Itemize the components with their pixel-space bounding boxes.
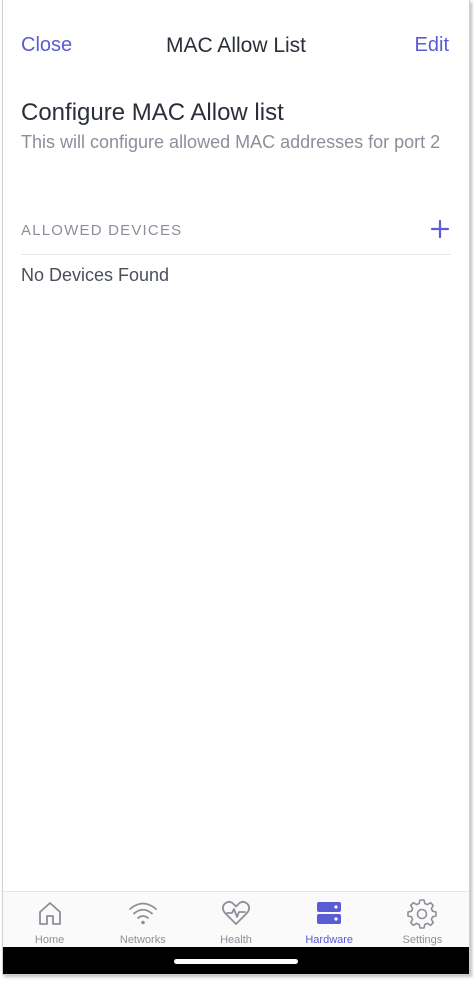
- plus-icon: [430, 219, 450, 239]
- heart-pulse-icon: [221, 900, 251, 925]
- gear-icon: [407, 899, 438, 929]
- page-title: MAC Allow List: [165, 34, 307, 57]
- section-description: This will configure allowed MAC addresse…: [21, 132, 441, 152]
- divider: [21, 254, 451, 255]
- tab-settings[interactable]: Settings: [376, 892, 469, 948]
- section-heading: Configure MAC Allow list: [21, 99, 284, 126]
- home-icon: [38, 902, 61, 925]
- tab-label: Home: [34, 934, 65, 946]
- home-indicator-bar: [3, 947, 469, 974]
- tab-bar: Home Networks Health Hardware Settings: [3, 891, 469, 948]
- tab-label: Hardware: [305, 934, 354, 946]
- app-screen: Close MAC Allow List Edit Configure MAC …: [2, 0, 470, 975]
- edit-button[interactable]: Edit: [415, 34, 449, 57]
- tab-label: Settings: [402, 934, 443, 946]
- tab-home[interactable]: Home: [3, 892, 96, 948]
- server-icon: [317, 902, 342, 924]
- navigation-bar: Close MAC Allow List Edit: [3, 0, 469, 92]
- tab-hardware[interactable]: Hardware: [283, 892, 376, 948]
- tab-health[interactable]: Health: [189, 892, 282, 948]
- tab-label: Health: [220, 934, 252, 946]
- add-device-button[interactable]: [429, 218, 451, 240]
- tab-networks[interactable]: Networks: [96, 892, 189, 948]
- home-indicator[interactable]: [174, 959, 298, 964]
- allowed-devices-header: ALLOWED DEVICES: [21, 222, 183, 239]
- empty-state-text: No Devices Found: [21, 265, 170, 285]
- tab-label: Networks: [119, 934, 166, 946]
- wifi-icon: [128, 902, 157, 925]
